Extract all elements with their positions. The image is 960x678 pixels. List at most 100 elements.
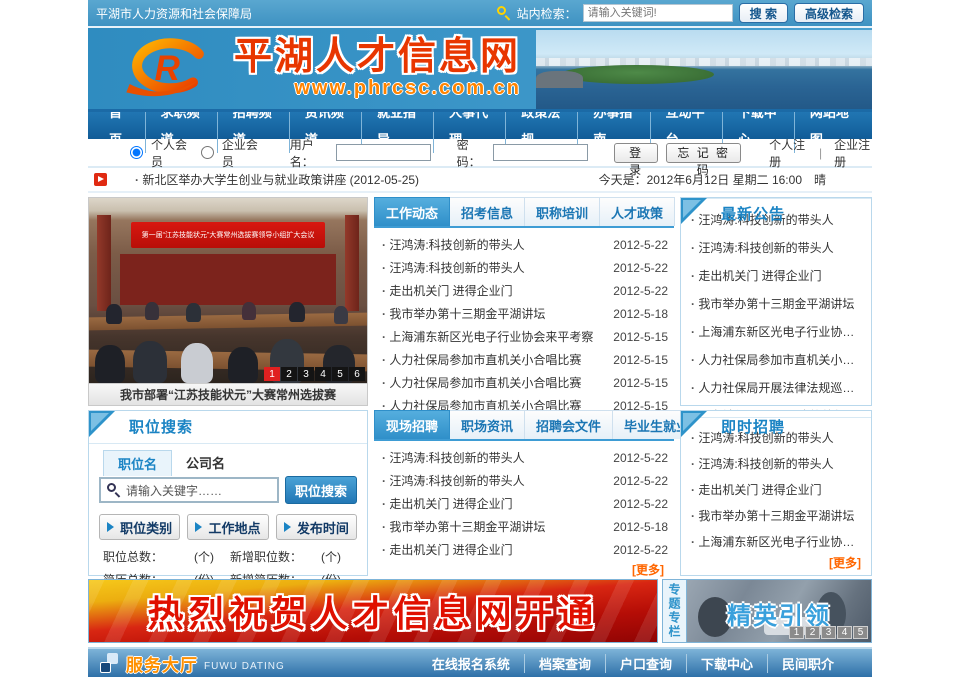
filter-publish-time[interactable]: 发布时间 (276, 514, 357, 540)
list-item[interactable]: 人力社保局开展法律法规巡回培训 (691, 373, 865, 401)
news-item-title[interactable]: 走出机关门 进得企业门 (382, 541, 607, 558)
list-item-title[interactable]: 我市举办第十三期金平湖讲坛 (691, 295, 865, 312)
list-item-title[interactable]: 走出机关门 进得企业门 (691, 267, 865, 284)
date-weather: 今天是：2012年6月12日 星期二 16:00 晴 (599, 171, 866, 188)
photo-page-button[interactable]: 3 (298, 367, 314, 381)
news-item-title[interactable]: 汪鸿涛:科技创新的带头人 (382, 472, 607, 489)
list-item-title[interactable]: 汪鸿涛:科技创新的带头人 (691, 239, 865, 256)
news-item-title[interactable]: 人力社保局参加市直机关小合唱比赛 (382, 374, 607, 391)
site-search-input[interactable] (583, 4, 733, 22)
tab-jobfair-files[interactable]: 招聘会文件 (525, 410, 613, 439)
personal-register-link[interactable]: 个人注册 (769, 136, 807, 170)
elite-banner[interactable]: 精英引领 1 2 3 4 5 (687, 580, 871, 642)
news-item-title[interactable]: 汪鸿涛:科技创新的带头人 (382, 236, 607, 253)
corner-decoration (681, 198, 707, 224)
svg-text:R: R (155, 48, 181, 87)
link-archive-query[interactable]: 档案查询 (524, 654, 605, 673)
photo-page-button[interactable]: 1 (264, 367, 280, 381)
celebration-banner[interactable]: 热烈祝贺人才信息网开通 (88, 579, 658, 643)
elite-page-button[interactable]: 3 (821, 626, 836, 639)
forgot-password-button[interactable]: 忘 记 密 码 (666, 143, 741, 163)
ticker-text[interactable]: 新北区举办大学生创业与就业政策讲座 (2012-05-25) (135, 171, 419, 188)
link-private-agency[interactable]: 民间职介 (767, 654, 848, 673)
news-item[interactable]: 人力社保局参加市直机关小合唱比赛2012-5-15 (382, 371, 668, 394)
news-item[interactable]: 走出机关门 进得企业门2012-5-22 (382, 279, 668, 302)
list-item-title[interactable]: 汪鸿涛:科技创新的带头人 (691, 455, 865, 472)
desk-row (89, 312, 367, 330)
news-item[interactable]: 汪鸿涛:科技创新的带头人2012-5-22 (382, 233, 668, 256)
list-item[interactable]: 人力社保局参加市直机关小合唱比赛 (691, 345, 865, 373)
news-item[interactable]: 我市举办第十三期金平湖讲坛2012-5-18 (382, 515, 668, 538)
list-item-title[interactable]: 上海浦东新区光电子行业协会来平考 (691, 323, 865, 340)
news-item[interactable]: 上海浦东新区光电子行业协会来平考察2012-5-15 (382, 325, 668, 348)
photo-page-button[interactable]: 2 (281, 367, 297, 381)
tab-title-training[interactable]: 职称培训 (525, 197, 600, 226)
link-online-registration[interactable]: 在线报名系统 (418, 654, 524, 673)
photo-page-button[interactable]: 6 (349, 367, 365, 381)
site-search: 站内检索： 搜 索 高级检索 (497, 3, 864, 23)
special-column-label[interactable]: 专题专栏 (663, 580, 687, 642)
site-search-button[interactable]: 搜 索 (739, 3, 788, 23)
tab-workplace-info[interactable]: 职场资讯 (450, 410, 525, 439)
personal-member-label[interactable]: 个人会员 (151, 136, 189, 170)
news-item-title[interactable]: 我市举办第十三期金平湖讲坛 (382, 305, 607, 322)
news-item-title[interactable]: 上海浦东新区光电子行业协会来平考察 (382, 328, 607, 345)
link-hukou-query[interactable]: 户口查询 (605, 654, 686, 673)
job-keyword-input[interactable]: 请输入关键字…… (99, 477, 279, 503)
news-item[interactable]: 汪鸿涛:科技创新的带头人2012-5-22 (382, 256, 668, 279)
elite-page-button[interactable]: 4 (837, 626, 852, 639)
tab-onsite-recruit[interactable]: 现场招聘 (374, 410, 450, 439)
news-item[interactable]: 汪鸿涛:科技创新的带头人2012-5-22 (382, 446, 668, 469)
news-item[interactable]: 走出机关门 进得企业门2012-5-22 (382, 538, 668, 561)
list-item[interactable]: 上海浦东新区光电子行业协会来平考 (691, 528, 865, 554)
list-item[interactable]: 走出机关门 进得企业门 (691, 476, 865, 502)
company-member-radio[interactable] (201, 146, 214, 159)
username-input[interactable] (336, 144, 431, 161)
elite-page-button[interactable]: 2 (805, 626, 820, 639)
news-item[interactable]: 我市举办第十三期金平湖讲坛2012-5-18 (382, 302, 668, 325)
silhouette (95, 345, 125, 383)
tab-work-news[interactable]: 工作动态 (374, 197, 450, 226)
list-item-title[interactable]: 人力社保局开展法律法规巡回培训 (691, 379, 865, 396)
conference-photo[interactable]: 第一届“江苏技能状元”大赛常州选拔赛领导小组扩大会议 1 (89, 198, 367, 383)
login-button[interactable]: 登 录 (614, 143, 658, 163)
list-item[interactable]: 我市举办第十三期金平湖讲坛 (691, 502, 865, 528)
list-item-title[interactable]: 我市举办第十三期金平湖讲坛 (691, 507, 865, 524)
list-item-title[interactable]: 人力社保局参加市直机关小合唱比赛 (691, 351, 865, 368)
photo-caption[interactable]: 我市部署“江苏技能状元”大赛常州选拔赛 (89, 383, 367, 405)
list-item-title[interactable]: 走出机关门 进得企业门 (691, 481, 865, 498)
password-input[interactable] (493, 144, 588, 161)
list-item[interactable]: 走出机关门 进得企业门 (691, 261, 865, 289)
news-item[interactable]: 汪鸿涛:科技创新的带头人2012-5-22 (382, 469, 668, 492)
advanced-search-button[interactable]: 高级检索 (794, 3, 864, 23)
company-register-link[interactable]: 企业注册 (834, 136, 872, 170)
news-item-title[interactable]: 走出机关门 进得企业门 (382, 495, 607, 512)
list-item[interactable]: 我市举办第十三期金平湖讲坛 (691, 289, 865, 317)
elite-page-button[interactable]: 5 (853, 626, 868, 639)
news-item[interactable]: 走出机关门 进得企业门2012-5-22 (382, 492, 668, 515)
photo-page-button[interactable]: 5 (332, 367, 348, 381)
news-item[interactable]: 人力社保局参加市直机关小合唱比赛2012-5-15 (382, 348, 668, 371)
link-download-center[interactable]: 下载中心 (686, 654, 767, 673)
list-item[interactable]: 汪鸿涛:科技创新的带头人 (691, 450, 865, 476)
list-item[interactable]: 汪鸿涛:科技创新的带头人 (691, 233, 865, 261)
more-link[interactable]: [更多] (681, 554, 871, 575)
tab-company-name[interactable]: 公司名 (172, 450, 239, 476)
news-item-title[interactable]: 汪鸿涛:科技创新的带头人 (382, 449, 607, 466)
tab-exam-info[interactable]: 招考信息 (450, 197, 525, 226)
filter-work-location[interactable]: 工作地点 (187, 514, 268, 540)
tab-talent-policy[interactable]: 人才政策 (600, 197, 675, 226)
news-item-title[interactable]: 人力社保局参加市直机关小合唱比赛 (382, 351, 607, 368)
news-item-title[interactable]: 走出机关门 进得企业门 (382, 282, 607, 299)
job-search-button[interactable]: 职位搜索 (285, 476, 357, 504)
tab-job-name[interactable]: 职位名 (103, 450, 172, 476)
news-item-title[interactable]: 我市举办第十三期金平湖讲坛 (382, 518, 607, 535)
list-item[interactable]: 上海浦东新区光电子行业协会来平考 (691, 317, 865, 345)
personal-member-radio[interactable] (130, 146, 143, 159)
news-item-title[interactable]: 汪鸿涛:科技创新的带头人 (382, 259, 607, 276)
list-item-title[interactable]: 上海浦东新区光电子行业协会来平考 (691, 533, 865, 550)
photo-page-button[interactable]: 4 (315, 367, 331, 381)
filter-job-category[interactable]: 职位类别 (99, 514, 180, 540)
elite-page-button[interactable]: 1 (789, 626, 804, 639)
company-member-label[interactable]: 企业会员 (222, 136, 260, 170)
